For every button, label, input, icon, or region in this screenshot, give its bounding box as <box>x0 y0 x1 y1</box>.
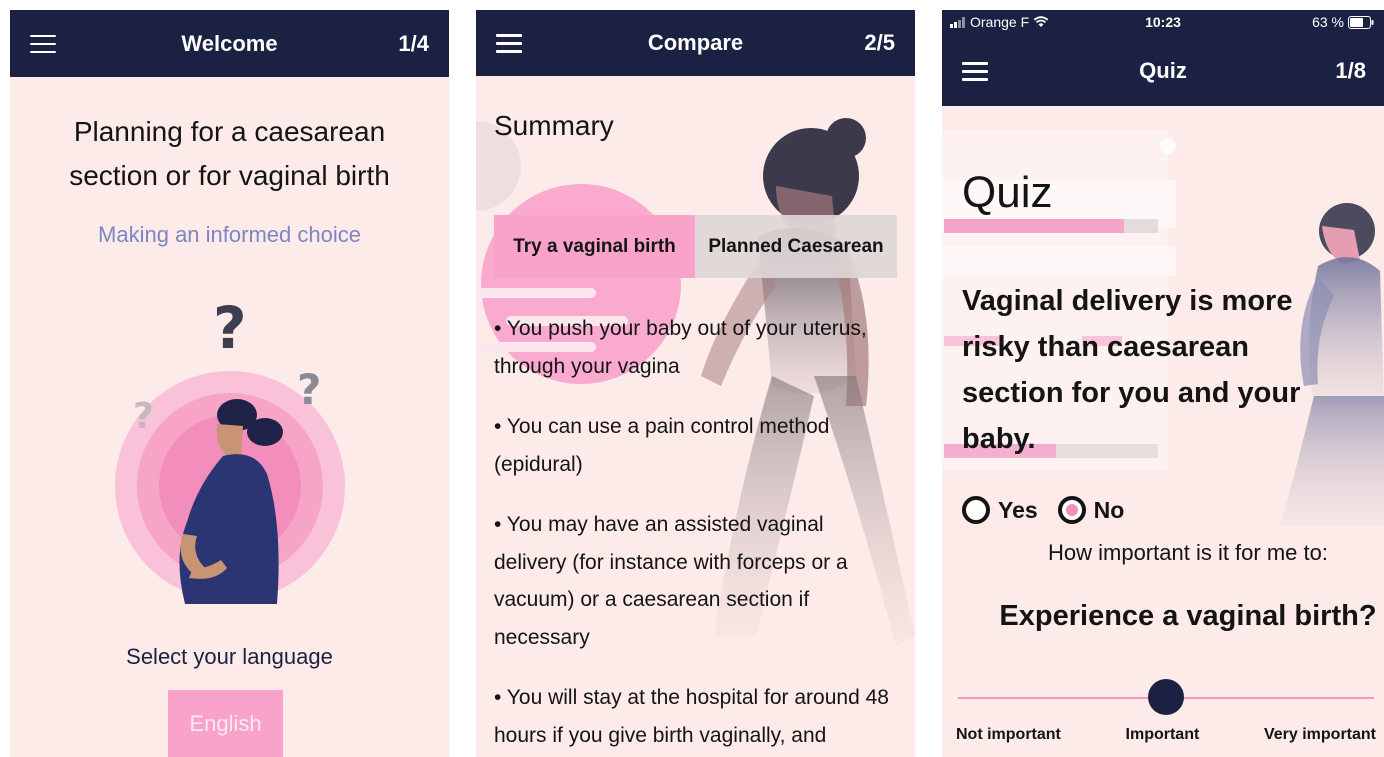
list-item: • You may have an assisted vaginal deliv… <box>494 513 848 649</box>
comparison-tabs: Try a vaginal birth Planned Caesarean <box>494 215 897 278</box>
page-counter: 1/8 <box>1335 58 1366 83</box>
page-counter: 2/5 <box>864 30 895 55</box>
list-item: • You push your baby out of your uterus,… <box>494 317 867 378</box>
english-language-button[interactable]: English <box>168 690 283 757</box>
page-title: Planning for a caesarean section or for … <box>10 110 449 198</box>
radio-yes[interactable] <box>962 496 990 524</box>
page-subtitle: Making an informed choice <box>98 222 361 247</box>
battery-icon <box>1348 15 1374 29</box>
importance-question: Experience a vaginal birth? <box>999 600 1377 632</box>
language-label: Select your language <box>126 644 333 669</box>
page-counter: 1/4 <box>398 30 429 56</box>
answer-no-label: No <box>1093 496 1125 523</box>
battery-percent: 63 % <box>1312 14 1344 30</box>
slider-label-very-important: Very important <box>1263 726 1376 743</box>
answer-no[interactable]: No <box>1057 496 1125 524</box>
pregnant-woman-illustration: ? ? ? <box>115 296 345 604</box>
quiz-screen: Orange F 10:23 63 % Quiz 1/8 Quiz Vagina… <box>942 10 1384 757</box>
importance-prompt: How important is it for me to: <box>1048 540 1328 565</box>
radio-no[interactable] <box>1057 496 1086 524</box>
app-bar-title: Quiz <box>1139 58 1187 83</box>
page-title-line-1: Planning for a caesarean <box>73 116 386 147</box>
list-item: • You will stay at the hospital for arou… <box>494 686 889 747</box>
section-title: Summary <box>494 110 614 141</box>
summary-bullet-list: • You push your baby out of your uterus,… <box>494 310 899 757</box>
status-bar: Orange F 10:23 63 % <box>942 10 1384 36</box>
app-bar-title: Welcome <box>181 30 278 56</box>
welcome-screen: Welcome 1/4 Planning for a caesarean sec… <box>10 10 449 757</box>
page-title-line-2: section or for vaginal birth <box>69 160 390 191</box>
slider-label-not-important: Not important <box>956 726 1061 743</box>
svg-text:?: ? <box>213 296 247 362</box>
slider-label-important: Important <box>1125 726 1200 743</box>
quiz-title: Quiz <box>962 168 1053 217</box>
app-bar: Welcome 1/4 <box>10 10 449 77</box>
tab-planned-caesarean[interactable]: Planned Caesarean <box>695 215 897 278</box>
app-bar: Compare 2/5 <box>476 10 915 76</box>
answer-options: Yes No <box>962 496 1124 524</box>
answer-yes[interactable]: Yes <box>962 496 1038 524</box>
app-bar-title: Compare <box>647 30 744 55</box>
importance-slider-thumb[interactable] <box>1148 679 1184 715</box>
quiz-question: Vaginal delivery is more risky than caes… <box>962 285 1301 455</box>
list-item: • You can use a pain control method (epi… <box>494 415 830 476</box>
slider-labels: Not important Important Very important <box>956 726 1376 744</box>
battery-info: 63 % <box>1312 14 1374 30</box>
tab-try-vaginal-birth[interactable]: Try a vaginal birth <box>494 215 695 278</box>
compare-screen: Compare 2/5 Summary Try a vaginal birth … <box>476 10 915 757</box>
answer-yes-label: Yes <box>998 496 1038 523</box>
svg-text:?: ? <box>133 396 154 437</box>
svg-text:?: ? <box>297 365 321 414</box>
app-bar: Quiz 1/8 <box>942 36 1384 106</box>
